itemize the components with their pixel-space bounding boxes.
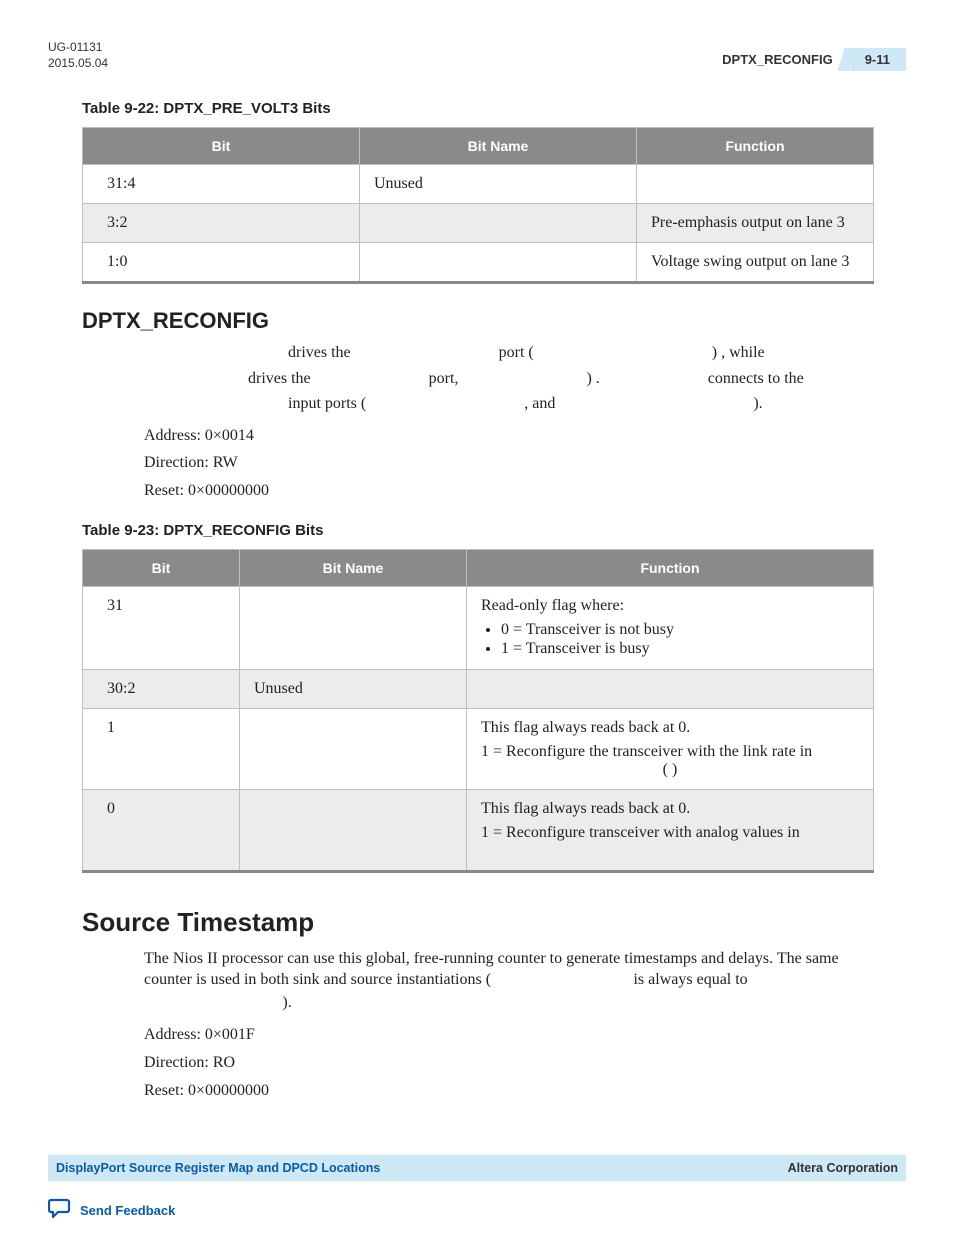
cell-bit: 30:2 <box>83 669 240 708</box>
header-page-number: 9-11 <box>851 48 906 71</box>
cell-func: Voltage swing output on lane 3 <box>637 243 874 283</box>
table-row: 0 This flag always reads back at 0. 1 = … <box>83 789 874 871</box>
cell-bitname: Unused <box>360 165 637 204</box>
header-right: DPTX_RECONFIG 9-11 <box>722 48 906 71</box>
footer-left: DisplayPort Source Register Map and DPCD… <box>56 1161 380 1175</box>
table-22-title: Table 9-22: DPTX_PRE_VOLT3 Bits <box>82 100 906 117</box>
cell-bit: 0 <box>83 789 240 871</box>
table-row: 30:2 Unused <box>83 669 874 708</box>
func-tail: ( ) <box>481 761 859 779</box>
cell-bit: 31:4 <box>83 165 360 204</box>
table-row: 1:0 Voltage swing output on lane 3 <box>83 243 874 283</box>
cell-func <box>467 669 874 708</box>
table-row: 1 This flag always reads back at 0. 1 = … <box>83 708 874 789</box>
para-mid: is always equal to <box>633 971 747 988</box>
cell-bitname <box>240 586 467 669</box>
doc-date: 2015.05.04 <box>48 56 108 72</box>
text: drives the <box>288 344 355 361</box>
source-timestamp-body: The Nios II processor can use this globa… <box>144 948 872 1102</box>
list-item: 1 = Transceiver is busy <box>501 640 859 658</box>
address-line: Address: 0×0014 <box>144 425 872 447</box>
text: ) , while <box>712 344 765 361</box>
table-23-header-function: Function <box>467 549 874 586</box>
reset-line: Reset: 0×00000000 <box>144 480 872 502</box>
table-23: Bit Bit Name Function 31 Read-only flag … <box>82 549 874 873</box>
func-line: 1 = Reconfigure the transceiver with the… <box>481 743 859 761</box>
text: ). <box>753 395 762 412</box>
table-22-header-function: Function <box>637 128 874 165</box>
text: , and <box>524 395 559 412</box>
dptx-reconfig-description: drives the port ( ) , while drives the p… <box>144 342 872 502</box>
cell-func: This flag always reads back at 0. 1 = Re… <box>467 789 874 871</box>
cell-bitname <box>240 708 467 789</box>
header-section: DPTX_RECONFIG <box>722 52 847 67</box>
table-22-header-bitname: Bit Name <box>360 128 637 165</box>
cell-bit: 31 <box>83 586 240 669</box>
cell-func <box>637 165 874 204</box>
table-row: 31 Read-only flag where: 0 = Transceiver… <box>83 586 874 669</box>
cell-bitname <box>360 243 637 283</box>
table-23-header-bitname: Bit Name <box>240 549 467 586</box>
text: ) . <box>586 370 603 387</box>
footer-right: Altera Corporation <box>788 1161 898 1175</box>
address-line: Address: 0×001F <box>144 1024 872 1046</box>
func-line: 1 = Reconfigure transceiver with analog … <box>481 824 859 842</box>
feedback-icon <box>48 1197 72 1224</box>
cell-bit: 3:2 <box>83 204 360 243</box>
section-heading-source-timestamp: Source Timestamp <box>82 907 906 938</box>
text: connects to the <box>708 370 804 387</box>
table-22: Bit Bit Name Function 31:4 Unused 3:2 Pr… <box>82 127 874 284</box>
cell-bit: 1:0 <box>83 243 360 283</box>
text: drives the <box>248 370 315 387</box>
table-22-header-bit: Bit <box>83 128 360 165</box>
direction-line: Direction: RO <box>144 1052 872 1074</box>
text: port, <box>429 370 463 387</box>
text: port ( <box>499 344 538 361</box>
cell-bitname: Unused <box>240 669 467 708</box>
cell-func: Read-only flag where: 0 = Transceiver is… <box>467 586 874 669</box>
table-23-header-bit: Bit <box>83 549 240 586</box>
func-line: This flag always reads back at 0. <box>481 719 859 737</box>
send-feedback-link[interactable]: Send Feedback <box>80 1203 175 1218</box>
cell-func: Pre-emphasis output on lane 3 <box>637 204 874 243</box>
cell-func: This flag always reads back at 0. 1 = Re… <box>467 708 874 789</box>
table-row: 31:4 Unused <box>83 165 874 204</box>
section-heading-dptx-reconfig: DPTX_RECONFIG <box>82 308 906 334</box>
list-item: 0 = Transceiver is not busy <box>501 621 859 639</box>
func-line: This flag always reads back at 0. <box>481 800 859 818</box>
page-header: UG-01131 2015.05.04 DPTX_RECONFIG 9-11 <box>48 40 906 80</box>
cell-bitname <box>360 204 637 243</box>
reset-line: Reset: 0×00000000 <box>144 1080 872 1102</box>
func-intro: Read-only flag where: <box>481 597 624 614</box>
doc-id: UG-01131 <box>48 40 108 56</box>
doc-id-block: UG-01131 2015.05.04 <box>48 40 108 71</box>
cell-bitname <box>240 789 467 871</box>
text: input ports ( <box>288 395 370 412</box>
direction-line: Direction: RW <box>144 452 872 474</box>
cell-bit: 1 <box>83 708 240 789</box>
table-row: 3:2 Pre-emphasis output on lane 3 <box>83 204 874 243</box>
page-footer: DisplayPort Source Register Map and DPCD… <box>48 1155 906 1185</box>
table-23-title: Table 9-23: DPTX_RECONFIG Bits <box>82 522 906 539</box>
para-end: ). <box>282 994 291 1011</box>
